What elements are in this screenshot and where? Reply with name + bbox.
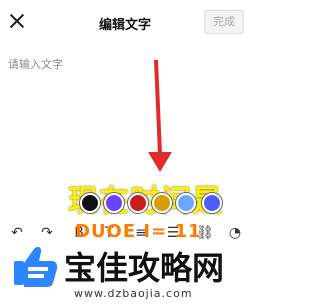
watermark: 宝佳攻略网 www.dzbaojia.com — [0, 239, 250, 305]
color-swatch-row — [80, 187, 240, 217]
color-swatch-5[interactable] — [176, 193, 196, 213]
color-swatch-4[interactable] — [152, 193, 172, 213]
color-swatch-2[interactable] — [104, 193, 124, 213]
color-swatch-1[interactable] — [80, 193, 100, 213]
thumbs-up-logo — [14, 246, 58, 287]
watermark-main-text: 宝佳攻略网 — [64, 249, 225, 287]
watermark-url: www.dzbaojia.com — [74, 287, 193, 300]
color-swatch-6[interactable] — [202, 193, 222, 213]
color-swatch-3[interactable] — [128, 193, 148, 213]
